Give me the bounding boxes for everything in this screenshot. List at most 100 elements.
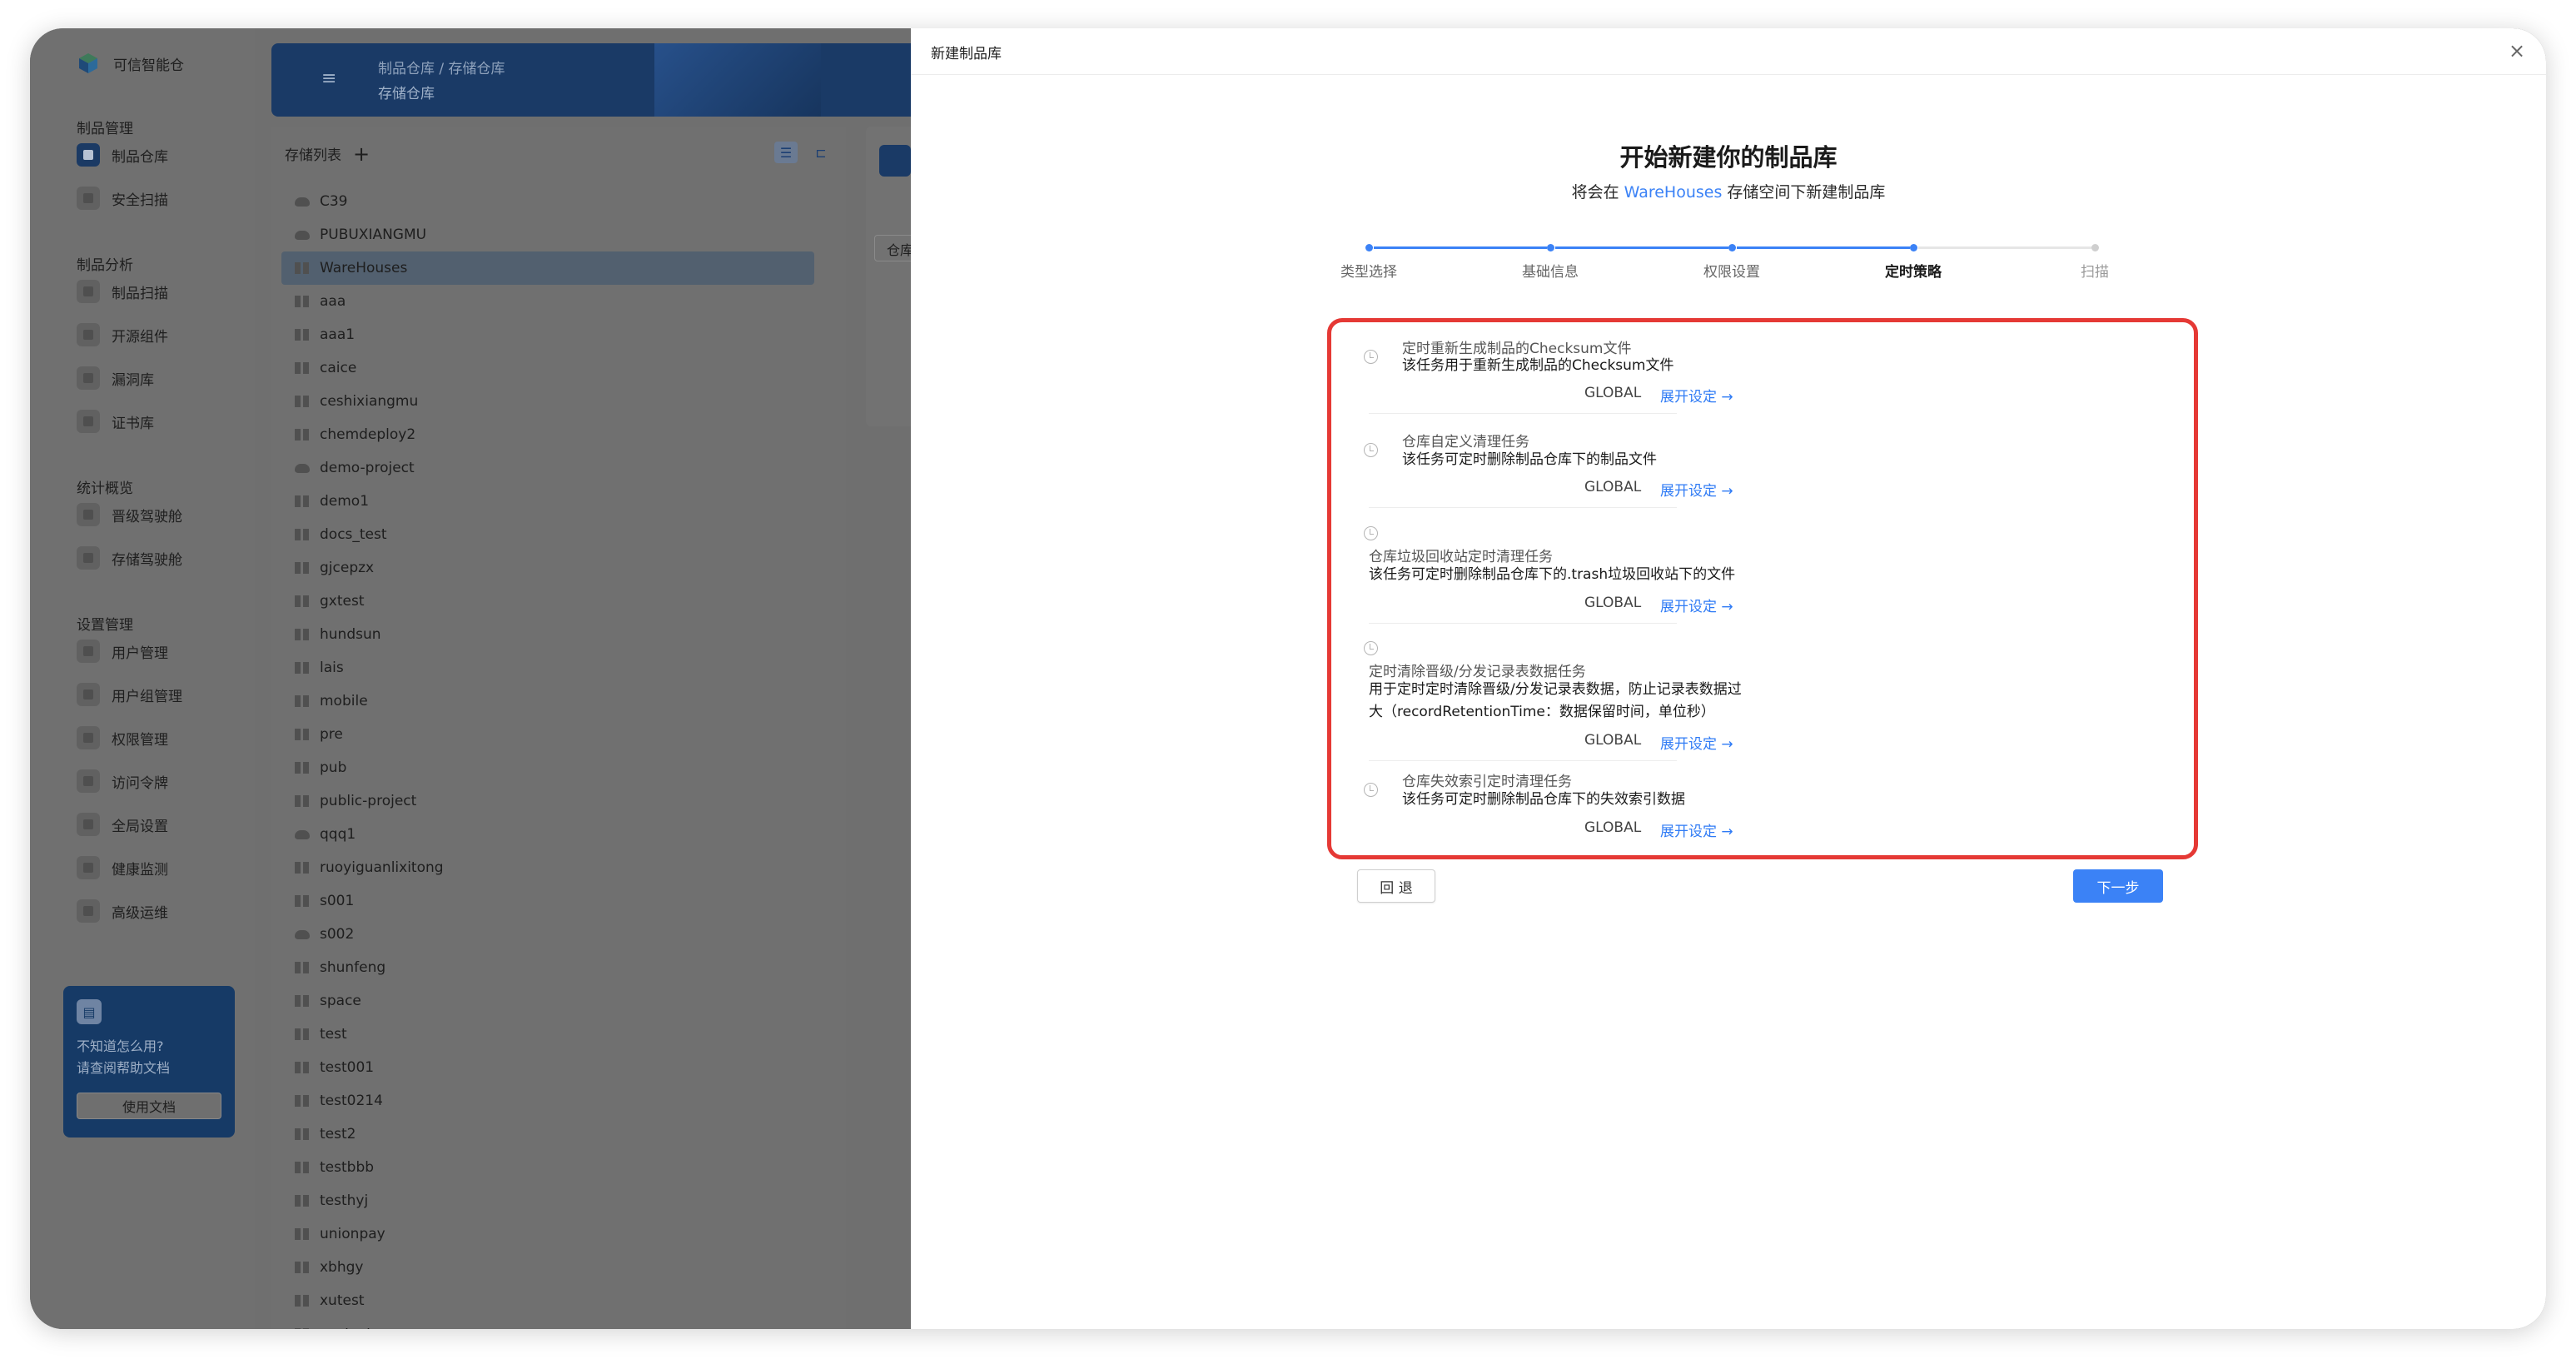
- repo-list-item[interactable]: xbhgy: [281, 1251, 814, 1284]
- repo-name: test2: [320, 1126, 356, 1142]
- tree-view-icon[interactable]: ⊏: [809, 142, 833, 163]
- sidebar-item[interactable]: 存储驾驶舱: [77, 546, 182, 570]
- grid-icon: [295, 495, 310, 507]
- repo-list-item[interactable]: public-project: [281, 784, 814, 818]
- sidebar-item-label: 权限管理: [112, 731, 168, 749]
- sidebar-item[interactable]: 漏洞库: [77, 366, 154, 390]
- repo-list-item[interactable]: aaa1: [281, 318, 814, 351]
- sidebar-item[interactable]: 权限管理: [77, 726, 168, 749]
- ops-icon: [77, 899, 100, 923]
- sidebar-item[interactable]: 全局设置: [77, 813, 168, 836]
- repo-list-item[interactable]: C39: [281, 185, 814, 218]
- back-button[interactable]: 回 退: [1357, 869, 1435, 903]
- sidebar-item-label: 开源组件: [112, 328, 168, 346]
- repo-list-item[interactable]: chemdeploy2: [281, 418, 814, 451]
- sidebar-item[interactable]: 安全扫描: [77, 187, 168, 210]
- sidebar-item[interactable]: 制品仓库: [77, 143, 168, 167]
- docs-button[interactable]: 使用文档: [77, 1093, 221, 1119]
- repo-list-item[interactable]: test: [281, 1018, 814, 1051]
- step-label: 定时策略: [1885, 264, 1942, 281]
- repo-list-item[interactable]: demo1: [281, 485, 814, 518]
- menu-icon[interactable]: ≡: [321, 68, 336, 89]
- repo-list-item[interactable]: xutest: [281, 1284, 814, 1317]
- repo-list-item[interactable]: test2: [281, 1118, 814, 1151]
- grid-icon: [295, 795, 310, 807]
- storage-space-link[interactable]: WareHouses: [1624, 183, 1723, 202]
- sidebar-item[interactable]: 高级运维: [77, 899, 168, 923]
- repo-name: test001: [320, 1059, 375, 1076]
- sidebar-item-label: 高级运维: [112, 904, 168, 922]
- repo-name: WareHouses: [320, 260, 408, 276]
- wizard-heading: 开始新建你的制品库: [1619, 143, 1838, 172]
- repo-list-item[interactable]: testbbb: [281, 1151, 814, 1184]
- repo-list-item[interactable]: ceshixiangmu: [281, 385, 814, 418]
- sidebar-item[interactable]: 开源组件: [77, 323, 168, 346]
- list-view-icon[interactable]: ☰: [774, 142, 798, 163]
- repo-name: ceshixiangmu: [320, 393, 419, 410]
- repo-list-item[interactable]: testhyj: [281, 1184, 814, 1217]
- repo-list: C39 PUBUXIANGMU WareHouses aaa aaa1 caice cesh…: [281, 185, 814, 1329]
- repo-name: mobile: [320, 693, 368, 709]
- sidebar-item[interactable]: 访问令牌: [77, 769, 168, 793]
- sidebar-item[interactable]: 用户组管理: [77, 683, 182, 706]
- repo-name: testhyj: [320, 1192, 369, 1209]
- repo-list-item[interactable]: s001: [281, 884, 814, 918]
- repo-list-item[interactable]: lais: [281, 651, 814, 684]
- repo-list-item[interactable]: pre: [281, 718, 814, 751]
- repo-list-item[interactable]: gxtest: [281, 585, 814, 618]
- sidebar-item[interactable]: 健康监测: [77, 856, 168, 879]
- repo-list-item[interactable]: test0214: [281, 1084, 814, 1118]
- repo-name: chemdeploy2: [320, 426, 416, 443]
- repo-list-item[interactable]: yyxtest: [281, 1317, 814, 1329]
- repo-list-item[interactable]: pub: [281, 751, 814, 784]
- repo-name: xbhgy: [320, 1259, 364, 1276]
- repo-name: qqq1: [320, 826, 356, 843]
- help-text: 不知道怎么用? 请查阅帮助文档: [77, 1036, 170, 1079]
- repo-name: s001: [320, 893, 355, 909]
- sidebar-item[interactable]: 制品扫描: [77, 280, 168, 303]
- step-connector: [1555, 246, 1728, 249]
- breadcrumb: 制品仓库 / 存储仓库: [378, 61, 505, 77]
- grid-icon: [295, 1128, 310, 1140]
- step-label: 权限设置: [1703, 264, 1760, 281]
- repo-panel-title: 存储列表: [285, 147, 341, 164]
- repo-list-item[interactable]: caice: [281, 351, 814, 385]
- repo-name: test: [320, 1026, 347, 1043]
- step-label: 基础信息: [1522, 264, 1579, 281]
- repo-name: test0214: [320, 1093, 383, 1109]
- drawer-header: 新建制品库 ×: [911, 28, 2546, 75]
- grid-icon: [295, 862, 310, 874]
- cloud-icon: [295, 197, 310, 207]
- repo-list-item[interactable]: mobile: [281, 684, 814, 718]
- grid-icon: [295, 262, 310, 274]
- grid-icon: [295, 962, 310, 973]
- repo-name: gjcepzx: [320, 560, 375, 576]
- repo-name: pub: [320, 759, 347, 776]
- repo-list-item[interactable]: test001: [281, 1051, 814, 1084]
- back-button-label: 回 退: [1380, 879, 1413, 897]
- sidebar-item[interactable]: 证书库: [77, 410, 154, 433]
- repo-list-item[interactable]: unionpay: [281, 1217, 814, 1251]
- add-repo-icon[interactable]: +: [353, 144, 370, 164]
- repo-list-item[interactable]: qqq1: [281, 818, 814, 851]
- repo-list-item[interactable]: hundsun: [281, 618, 814, 651]
- repo-list-item[interactable]: PUBUXIANGMU: [281, 218, 814, 251]
- repo-list-item[interactable]: space: [281, 984, 814, 1018]
- subheading-suffix: 存储空间下新建制品库: [1727, 183, 1886, 202]
- sidebar-item-label: 晋级驾驶舱: [112, 508, 182, 525]
- next-step-button[interactable]: 下一步: [2073, 869, 2163, 903]
- repo-list-item[interactable]: gjcepzx: [281, 551, 814, 585]
- repo-list-item[interactable]: aaa: [281, 285, 814, 318]
- repo-list-item[interactable]: WareHouses: [281, 251, 814, 285]
- repo-list-item[interactable]: ruoyiguanlixitong: [281, 851, 814, 884]
- repo-list-item[interactable]: demo-project: [281, 451, 814, 485]
- repo-list-item[interactable]: shunfeng: [281, 951, 814, 984]
- sidebar-item[interactable]: 晋级驾驶舱: [77, 503, 182, 526]
- step-dot: [1365, 244, 1373, 251]
- repo-list-item[interactable]: s002: [281, 918, 814, 951]
- sidebar-item[interactable]: 用户管理: [77, 640, 168, 663]
- close-icon[interactable]: ×: [2504, 38, 2529, 63]
- highlight-box: [1327, 318, 2198, 859]
- repo-list-item[interactable]: docs_test: [281, 518, 814, 551]
- brand: 可信智能仓: [77, 52, 184, 75]
